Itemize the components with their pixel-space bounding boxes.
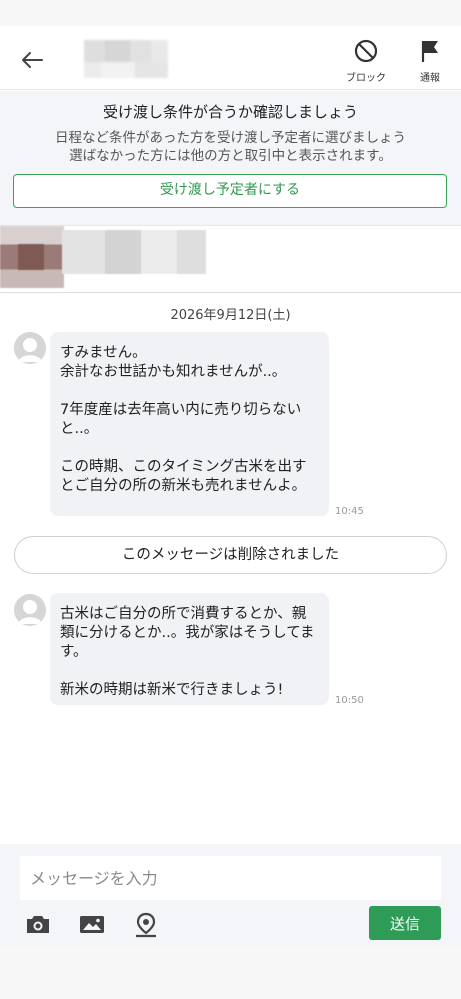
default-avatar-icon	[14, 332, 46, 364]
handover-banner: 受け渡し条件が合うか確認しましょう 日程など条件があった方を受け渡し予定者に選び…	[0, 91, 461, 225]
location-button[interactable]	[132, 912, 162, 938]
image-button[interactable]	[78, 912, 108, 938]
back-arrow-icon	[22, 52, 43, 68]
partner-name-blurred	[84, 40, 168, 78]
block-icon	[354, 39, 378, 63]
message-time: 10:50	[335, 695, 364, 706]
default-avatar-icon	[14, 594, 46, 626]
avatar[interactable]	[14, 332, 46, 364]
bottom-spacer	[0, 946, 461, 999]
chat-header: ブロック 通報	[0, 26, 461, 90]
message-composer: 送信	[0, 844, 461, 946]
product-title-blurred	[62, 230, 206, 274]
message-bubble: すみません。 余計なお世話かも知れませんが..。 7年度産は去年高い内に売り切ら…	[50, 332, 329, 516]
product-strip[interactable]	[0, 225, 461, 293]
report-label: 通報	[420, 73, 440, 84]
banner-description: 日程など条件があった方を受け渡し予定者に選びましょう 選ばなかった方には他の方と…	[0, 129, 461, 165]
banner-title: 受け渡し条件が合うか確認しましょう	[102, 103, 358, 121]
date-separator: 2026年9月12日(土)	[170, 308, 291, 323]
avatar[interactable]	[14, 594, 46, 626]
block-button[interactable]: ブロック	[344, 38, 388, 84]
location-icon	[136, 912, 156, 938]
deleted-message-notice: このメッセージは削除されました	[14, 536, 447, 574]
flag-icon	[421, 41, 438, 62]
back-button[interactable]	[16, 44, 48, 76]
status-bar	[0, 0, 461, 26]
chat-area: 2026年9月12日(土) すみません。 余計なお世話かも知れませんが..。 7…	[0, 294, 461, 844]
product-thumbnail-blurred	[0, 226, 64, 288]
banner-desc-line2: 選ばなかった方には他の方と取引中と表示されます。	[69, 148, 392, 164]
send-button[interactable]: 送信	[369, 906, 441, 940]
banner-desc-line1: 日程など条件があった方を受け渡し予定者に選びましょう	[55, 130, 406, 146]
set-handover-recipient-button[interactable]: 受け渡し予定者にする	[13, 174, 447, 208]
message-bubble: 古米はご自分の所で消費するとか、親類に分けるとか..。我が家はそうしてます。 新…	[50, 593, 329, 705]
message-input[interactable]	[20, 856, 441, 900]
block-label: ブロック	[346, 73, 386, 84]
image-icon	[80, 916, 104, 933]
camera-button[interactable]	[24, 912, 54, 938]
report-button[interactable]: 通報	[410, 38, 450, 84]
message-time: 10:45	[335, 506, 364, 517]
camera-icon	[27, 916, 49, 933]
